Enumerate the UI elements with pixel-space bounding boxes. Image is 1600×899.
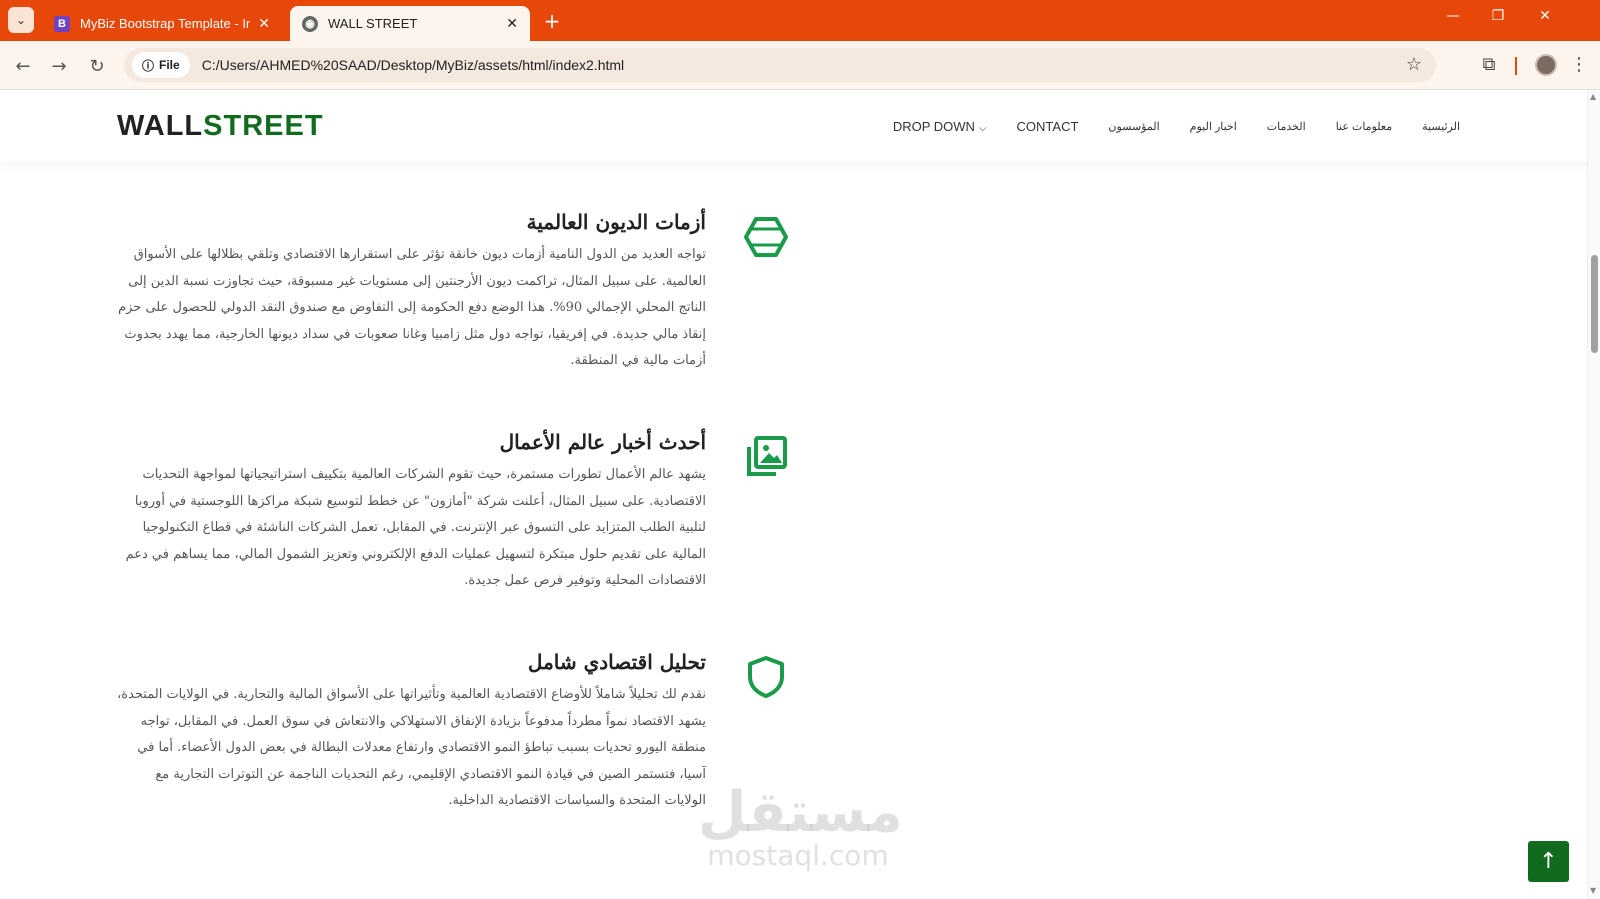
restore-button[interactable]: ❐ [1483, 8, 1513, 24]
browser-toolbar: ← → ↻ ⓘ File C:/Users/AHMED%20SAAD/Deskt… [0, 41, 1600, 90]
feature-title: تحليل اقتصادي شامل [527, 650, 706, 674]
scroll-down-icon[interactable]: ▼ [1590, 886, 1596, 895]
close-icon[interactable]: ✕ [506, 15, 518, 32]
nav-founders[interactable]: المؤسسون [1108, 120, 1159, 133]
profile-avatar[interactable] [1535, 54, 1557, 76]
feature-business-news: أحدث أخبار عالم الأعمال يشهد عالم الأعما… [116, 430, 706, 595]
arrow-left-icon: ← [15, 55, 31, 77]
scroll-up-icon[interactable]: ▲ [1590, 92, 1596, 101]
extensions-icon[interactable]: ⧉ [1477, 54, 1501, 75]
chevron-down-icon: ⌵ [978, 122, 987, 134]
feature-text: نقدم لك تحليلاً شاملاً للأوضاع الاقتصادي… [117, 687, 706, 808]
back-to-top-button[interactable]: ↑ [1528, 841, 1569, 882]
browser-tab-strip: ⌄ B MyBiz Bootstrap Template - Ind ✕ ◉ W… [0, 0, 1600, 41]
watermark-latin: mostaql.com [707, 839, 889, 872]
back-button[interactable]: ← [10, 53, 36, 79]
arrow-right-icon: → [51, 55, 67, 77]
minimize-button[interactable]: — [1438, 8, 1468, 24]
site-logo[interactable]: WALLSTREET [117, 110, 324, 143]
images-icon [747, 436, 787, 476]
chevron-down-icon: ⌄ [15, 13, 27, 27]
feature-title: أحدث أخبار عالم الأعمال [499, 430, 706, 454]
nav-about[interactable]: معلومات عنا [1336, 120, 1392, 133]
tab-title: WALL STREET [328, 16, 418, 31]
site-info-button[interactable]: ⓘ File [132, 52, 190, 78]
feature-title: أزمات الديون العالمية [526, 210, 706, 234]
feature-text: تواجه العديد من الدول النامية أزمات ديون… [118, 247, 706, 368]
page-scrollbar[interactable]: ▲ ▼ [1587, 90, 1600, 899]
nav-dropdown-label: DROP DOWN [892, 118, 975, 134]
close-window-button[interactable]: ✕ [1530, 8, 1560, 24]
watermark-arabic: مستقل [698, 780, 903, 845]
nav-services[interactable]: الخدمات [1267, 120, 1306, 133]
close-icon[interactable]: ✕ [258, 15, 270, 32]
shield-icon [748, 656, 784, 698]
url-text[interactable]: C:/Users/AHMED%20SAAD/Desktop/MyBiz/asse… [202, 57, 624, 73]
info-icon: ⓘ [142, 58, 155, 73]
tab-mybiz[interactable]: B MyBiz Bootstrap Template - Ind ✕ [42, 6, 282, 41]
new-tab-button[interactable]: + [540, 9, 564, 33]
forward-button[interactable]: → [46, 53, 72, 79]
globe-favicon-icon: ◉ [302, 15, 318, 32]
main-nav: DROP DOWN ⌵ CONTACT المؤسسون اخبار اليوم … [893, 90, 1460, 162]
tab-title: MyBiz Bootstrap Template - Ind [80, 16, 251, 31]
nav-home[interactable]: الرئيسية [1422, 120, 1460, 133]
bootstrap-favicon-icon: B [54, 15, 70, 32]
feature-text: يشهد عالم الأعمال تطورات مستمرة، حيث تقو… [125, 467, 706, 588]
feature-debt-crises: أزمات الديون العالمية تواجه العديد من ال… [116, 210, 706, 375]
bookmark-star-icon[interactable]: ☆ [1406, 54, 1422, 75]
file-label: File [159, 58, 180, 72]
watermark: مستقل mostaql.com [698, 780, 903, 872]
tab-wall-street[interactable]: ◉ WALL STREET ✕ [290, 6, 530, 41]
more-menu-icon[interactable]: ⋮ [1567, 54, 1591, 75]
arrow-up-icon: ↑ [1539, 849, 1558, 874]
nav-today-news[interactable]: اخبار اليوم [1190, 120, 1237, 133]
reload-icon: ↻ [89, 55, 105, 77]
address-bar[interactable]: ⓘ File C:/Users/AHMED%20SAAD/Desktop/MyB… [124, 48, 1436, 82]
hexagon-icon [744, 217, 788, 257]
feature-economic-analysis: تحليل اقتصادي شامل نقدم لك تحليلاً شاملا… [116, 650, 706, 815]
reload-button[interactable]: ↻ [84, 53, 110, 79]
logo-wall: WALL [117, 110, 204, 142]
nav-dropdown[interactable]: DROP DOWN ⌵ [893, 119, 987, 134]
web-page: WALLSTREET DROP DOWN ⌵ CONTACT المؤسسون ا… [0, 90, 1587, 899]
site-header: WALLSTREET DROP DOWN ⌵ CONTACT المؤسسون ا… [0, 90, 1587, 162]
toolbar-divider [1515, 57, 1517, 75]
logo-street: STREET [203, 110, 324, 142]
nav-contact[interactable]: CONTACT [1017, 119, 1079, 134]
scroll-thumb[interactable] [1591, 255, 1598, 353]
tab-search-button[interactable]: ⌄ [8, 7, 34, 33]
